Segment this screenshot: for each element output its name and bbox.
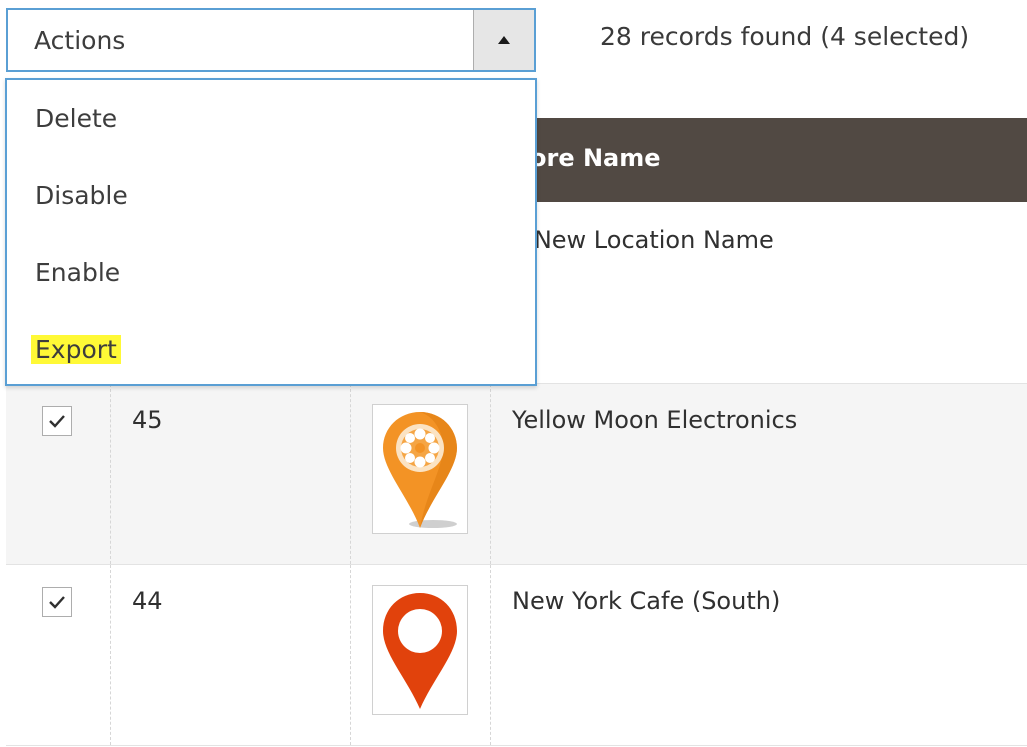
id-cell: 45 <box>132 406 163 434</box>
actions-label: Actions <box>34 25 126 55</box>
actions-toggle-button[interactable] <box>473 10 534 70</box>
table-row: 44 New York Cafe (South) <box>6 565 1027 746</box>
column-divider <box>490 384 491 564</box>
red-ring-pin-icon <box>383 593 457 709</box>
menu-item-label: Disable <box>35 181 128 210</box>
menu-item-delete[interactable]: Delete <box>7 80 535 157</box>
store-name-cell: New York Cafe (South) <box>512 587 781 615</box>
menu-item-label: Enable <box>35 258 121 287</box>
row-checkbox[interactable] <box>42 587 72 617</box>
store-name-cell: y New Location Name <box>512 226 774 254</box>
column-divider <box>110 565 111 745</box>
records-count: 28 records found (4 selected) <box>600 22 970 51</box>
column-divider <box>490 565 491 745</box>
menu-item-label: Export <box>31 335 121 364</box>
checkmark-icon <box>49 415 65 428</box>
store-thumbnail[interactable] <box>372 404 468 534</box>
row-checkbox[interactable] <box>42 406 72 436</box>
actions-menu: Delete Disable Enable Export <box>5 78 537 386</box>
caret-up-icon <box>498 36 510 44</box>
column-divider <box>110 384 111 564</box>
actions-dropdown[interactable]: Actions <box>6 8 536 72</box>
menu-item-export[interactable]: Export <box>7 311 535 388</box>
store-name-cell: Yellow Moon Electronics <box>512 406 798 434</box>
column-divider <box>350 384 351 564</box>
menu-item-label: Delete <box>35 104 118 133</box>
orange-flower-pin-icon <box>383 412 457 528</box>
column-header-store-name[interactable]: ore Name <box>530 144 661 172</box>
column-divider <box>350 565 351 745</box>
id-cell: 44 <box>132 587 163 615</box>
menu-item-enable[interactable]: Enable <box>7 234 535 311</box>
checkmark-icon <box>49 596 65 609</box>
table-row: 45 Yellow Moon Electronics <box>6 384 1027 565</box>
menu-item-disable[interactable]: Disable <box>7 157 535 234</box>
store-thumbnail[interactable] <box>372 585 468 715</box>
